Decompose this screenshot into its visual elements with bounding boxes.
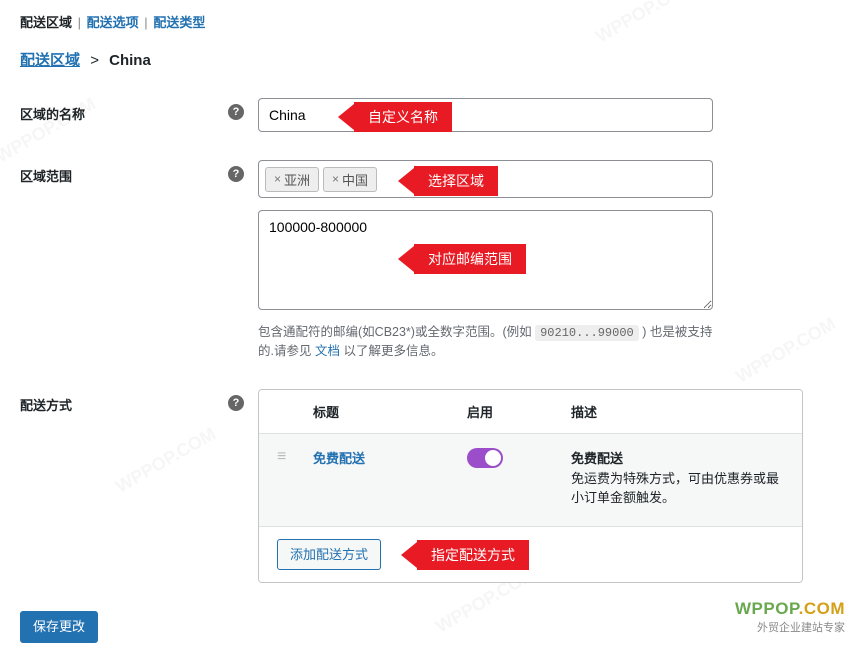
callout-postcode: 对应邮编范围 xyxy=(398,244,526,274)
label-shipping-methods: 配送方式 xyxy=(20,395,72,414)
drag-handle-icon[interactable]: ≡ xyxy=(277,448,286,465)
th-title: 标题 xyxy=(313,402,467,421)
callout-method: 指定配送方式 xyxy=(401,540,529,570)
postcode-hint: 包含通配符的邮编(如CB23*)或全数字范围。(例如 90210...99000… xyxy=(258,323,713,361)
hint-code: 90210...99000 xyxy=(535,325,639,341)
breadcrumb-arrow: > xyxy=(90,52,99,69)
table-row: ≡ 免费配送 免费配送 免运费为特殊方式，可由优惠券或最小订单金额触发。 xyxy=(259,434,802,527)
brand-footer: WPPOP.COM 外贸企业建站专家 xyxy=(735,599,845,635)
callout-name: 自定义名称 xyxy=(338,102,452,132)
help-icon[interactable]: ? xyxy=(228,395,244,411)
shipping-tabs: 配送区域 | 配送选项 | 配送类型 xyxy=(20,12,845,31)
remove-tag-icon[interactable]: × xyxy=(332,172,339,186)
callout-method-text: 指定配送方式 xyxy=(417,540,529,570)
brand-sub: 外贸企业建站专家 xyxy=(735,619,845,635)
table-header: 标题 启用 描述 xyxy=(259,390,802,434)
row-shipping-methods: 配送方式 ? 标题 启用 描述 ≡ 免费配送 免费配送 免运费为特殊方式，可由优… xyxy=(20,389,845,584)
zone-name-input[interactable] xyxy=(258,98,713,132)
brand-logo: WPPOP.COM xyxy=(735,599,845,619)
hint-text: 以了解更多信息。 xyxy=(340,344,443,358)
row-zone-regions: 区域范围 ? ×亚洲 ×中国 选择区域 100000-800000 对应邮编范围… xyxy=(20,160,845,361)
tab-classes[interactable]: 配送类型 xyxy=(153,15,205,30)
callout-region: 选择区域 xyxy=(398,166,498,196)
breadcrumb-current: China xyxy=(109,52,151,69)
remove-tag-icon[interactable]: × xyxy=(274,172,281,186)
callout-name-text: 自定义名称 xyxy=(354,102,452,132)
tab-options[interactable]: 配送选项 xyxy=(87,15,139,30)
tab-separator: | xyxy=(144,15,147,30)
region-tag[interactable]: ×亚洲 xyxy=(265,167,319,192)
help-icon[interactable]: ? xyxy=(228,166,244,182)
breadcrumb: 配送区域 > China xyxy=(20,49,845,70)
row-zone-name: 区域的名称 ? 自定义名称 xyxy=(20,98,845,132)
method-desc-title: 免费配送 xyxy=(571,448,784,467)
callout-postcode-text: 对应邮编范围 xyxy=(414,244,526,274)
breadcrumb-root[interactable]: 配送区域 xyxy=(20,52,80,69)
method-desc-text: 免运费为特殊方式，可由优惠券或最小订单金额触发。 xyxy=(571,469,784,508)
shipping-methods-table: 标题 启用 描述 ≡ 免费配送 免费配送 免运费为特殊方式，可由优惠券或最小订单… xyxy=(258,389,803,584)
region-tag-label: 中国 xyxy=(342,170,368,189)
region-tag[interactable]: ×中国 xyxy=(323,167,377,192)
region-tag-label: 亚洲 xyxy=(284,170,310,189)
callout-region-text: 选择区域 xyxy=(414,166,498,196)
tab-separator: | xyxy=(78,15,81,30)
label-zone-name: 区域的名称 xyxy=(20,104,85,123)
method-title-link[interactable]: 免费配送 xyxy=(313,451,365,466)
tab-zones[interactable]: 配送区域 xyxy=(20,15,72,30)
help-icon[interactable]: ? xyxy=(228,104,244,120)
save-button[interactable]: 保存更改 xyxy=(20,611,98,643)
hint-text: 包含通配符的邮编(如CB23*)或全数字范围。(例如 xyxy=(258,325,535,339)
th-enabled: 启用 xyxy=(467,402,571,421)
th-description: 描述 xyxy=(571,402,784,421)
docs-link[interactable]: 文档 xyxy=(315,344,340,358)
method-enable-toggle[interactable] xyxy=(467,448,503,468)
add-shipping-method-button[interactable]: 添加配送方式 xyxy=(277,539,381,571)
label-zone-regions: 区域范围 xyxy=(20,166,72,185)
table-footer: 添加配送方式 指定配送方式 xyxy=(259,527,802,583)
